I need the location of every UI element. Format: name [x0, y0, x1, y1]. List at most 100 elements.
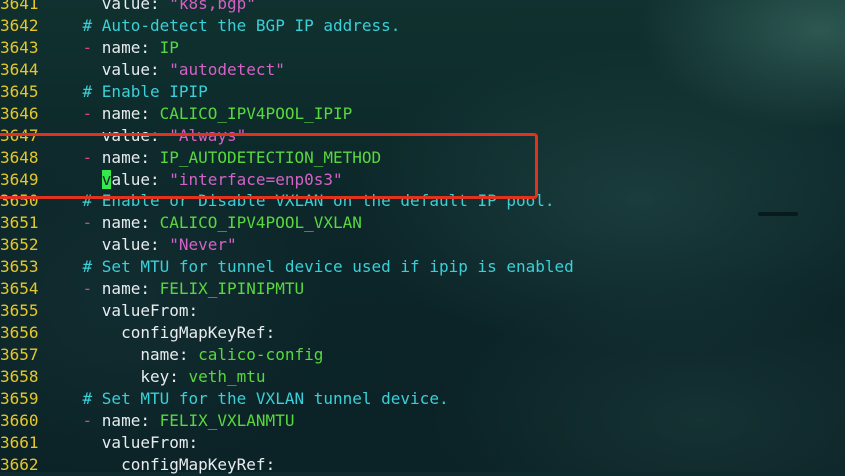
line-number: 3661 — [0, 432, 39, 452]
line-number: 3651 — [0, 213, 39, 233]
colon: : — [149, 0, 170, 13]
line-number: 3643 — [0, 37, 39, 57]
line-number: 3642 — [0, 15, 39, 35]
code-text[interactable]: value: "Never" — [44, 234, 237, 256]
code-line[interactable]: 3654 - name: FELIX_IPINIPMTU — [0, 278, 845, 300]
colon: : — [140, 147, 160, 167]
code-text[interactable]: valueFrom: — [44, 432, 198, 454]
code-text[interactable]: - name: FELIX_IPINIPMTU — [44, 278, 305, 300]
string-value: "interface=enp0s3" — [169, 169, 343, 189]
code-line[interactable]: 3652 value: "Never" — [0, 234, 845, 256]
code-line[interactable]: 3649 value: "interface=enp0s3" — [0, 169, 845, 191]
colon: : — [149, 169, 170, 189]
line-number: 3660 — [0, 410, 39, 430]
code-text[interactable]: key: veth_mtu — [44, 366, 266, 388]
yaml-key: name — [101, 147, 141, 167]
code-text[interactable]: # Set MTU for tunnel device used if ipip… — [44, 256, 574, 278]
code-line[interactable]: 3647 value: "Always" — [0, 125, 845, 147]
code-line[interactable]: 3657 name: calico-config — [0, 344, 845, 366]
code-text[interactable]: configMapKeyRef: — [44, 454, 275, 476]
yaml-key: name — [101, 279, 141, 299]
code-text[interactable]: - name: CALICO_IPV4POOL_VXLAN — [44, 212, 362, 234]
code-text[interactable]: value: "k8s,bgp" — [44, 0, 256, 15]
list-dash: - — [82, 37, 102, 57]
code-text[interactable]: value: "autodetect" — [44, 59, 285, 81]
code-line[interactable]: 3644 value: "autodetect" — [0, 59, 845, 81]
code-text[interactable]: name: calico-config — [44, 344, 323, 366]
line-number: 3654 — [0, 279, 39, 299]
code-line[interactable]: 3659 # Set MTU for the VXLAN tunnel devi… — [0, 388, 845, 410]
code-text[interactable]: value: "interface=enp0s3" — [44, 169, 343, 191]
line-number: 3657 — [0, 345, 39, 364]
yaml-key: value — [101, 235, 150, 255]
yaml-key: valueFrom — [101, 301, 189, 321]
plain-value: FELIX_IPINIPMTU — [159, 279, 305, 299]
colon: : — [265, 323, 276, 343]
code-text[interactable]: # Set MTU for the VXLAN tunnel device. — [44, 388, 449, 410]
line-number: 3650 — [0, 191, 39, 211]
yaml-key: value — [101, 125, 150, 145]
code-line[interactable]: 3656 configMapKeyRef: — [0, 322, 845, 344]
code-line[interactable]: 3645 # Enable IPIP — [0, 81, 845, 103]
colon: : — [140, 279, 160, 299]
code-text[interactable]: configMapKeyRef: — [44, 322, 275, 344]
list-dash: - — [82, 279, 102, 299]
yaml-key: configMapKeyRef — [121, 454, 266, 474]
code-line[interactable]: 3643 - name: IP — [0, 37, 845, 59]
comment-text: # Enable or Disable VXLAN on the default… — [82, 191, 555, 211]
code-line[interactable]: 3661 valueFrom: — [0, 432, 845, 454]
code-line[interactable]: 3648 - name: IP_AUTODETECTION_METHOD — [0, 147, 845, 169]
plain-value: veth_mtu — [188, 366, 266, 386]
string-value: "Always" — [169, 125, 247, 145]
code-text[interactable]: - name: IP_AUTODETECTION_METHOD — [44, 147, 382, 169]
comment-text: # Enable IPIP — [82, 81, 208, 101]
plain-value: IP — [159, 37, 179, 57]
yaml-key: valueFrom — [101, 432, 189, 452]
code-line[interactable]: 3662 configMapKeyRef: — [0, 454, 845, 476]
code-line[interactable]: 3641 value: "k8s,bgp" — [0, 0, 845, 15]
code-line[interactable]: 3650 # Enable or Disable VXLAN on the de… — [0, 190, 845, 212]
code-line[interactable]: 3655 valueFrom: — [0, 300, 845, 322]
code-line[interactable]: 3642 # Auto-detect the BGP IP address. — [0, 15, 845, 37]
code-line[interactable]: 3651 - name: CALICO_IPV4POOL_VXLAN — [0, 212, 845, 234]
text-cursor: v — [101, 169, 112, 189]
code-text[interactable]: # Auto-detect the BGP IP address. — [44, 15, 401, 37]
line-number: 3646 — [0, 103, 39, 123]
code-text[interactable]: - name: IP — [44, 37, 179, 59]
line-number: 3648 — [0, 147, 39, 167]
code-line[interactable]: 3653 # Set MTU for tunnel device used if… — [0, 256, 845, 278]
code-text[interactable]: # Enable IPIP — [44, 81, 208, 103]
code-text[interactable]: value: "Always" — [44, 125, 247, 147]
code-editor[interactable]: 3641 value: "k8s,bgp" 3642 # Auto-detect … — [0, 0, 845, 476]
yaml-key: name — [101, 410, 141, 430]
line-number: 3641 — [0, 0, 39, 13]
code-text[interactable]: - name: CALICO_IPV4POOL_IPIP — [44, 103, 353, 125]
line-number: 3655 — [0, 301, 39, 321]
yaml-key: name — [101, 37, 141, 57]
colon: : — [265, 454, 276, 474]
comment-text: # Set MTU for the VXLAN tunnel device. — [82, 388, 449, 408]
line-number: 3653 — [0, 257, 39, 277]
code-line[interactable]: 3646 - name: CALICO_IPV4POOL_IPIP — [0, 103, 845, 125]
string-value: "autodetect" — [169, 59, 285, 79]
code-text[interactable]: valueFrom: — [44, 300, 198, 322]
plain-value: FELIX_VXLANMTU — [159, 410, 295, 430]
code-line[interactable]: 3660 - name: FELIX_VXLANMTU — [0, 410, 845, 432]
code-line[interactable]: 3658 key: veth_mtu — [0, 366, 845, 388]
plain-value: IP_AUTODETECTION_METHOD — [159, 147, 382, 167]
code-text[interactable]: # Enable or Disable VXLAN on the default… — [44, 190, 555, 212]
plain-value: calico-config — [198, 345, 324, 364]
code-text[interactable]: - name: FELIX_VXLANMTU — [44, 410, 295, 432]
colon: : — [140, 213, 160, 233]
